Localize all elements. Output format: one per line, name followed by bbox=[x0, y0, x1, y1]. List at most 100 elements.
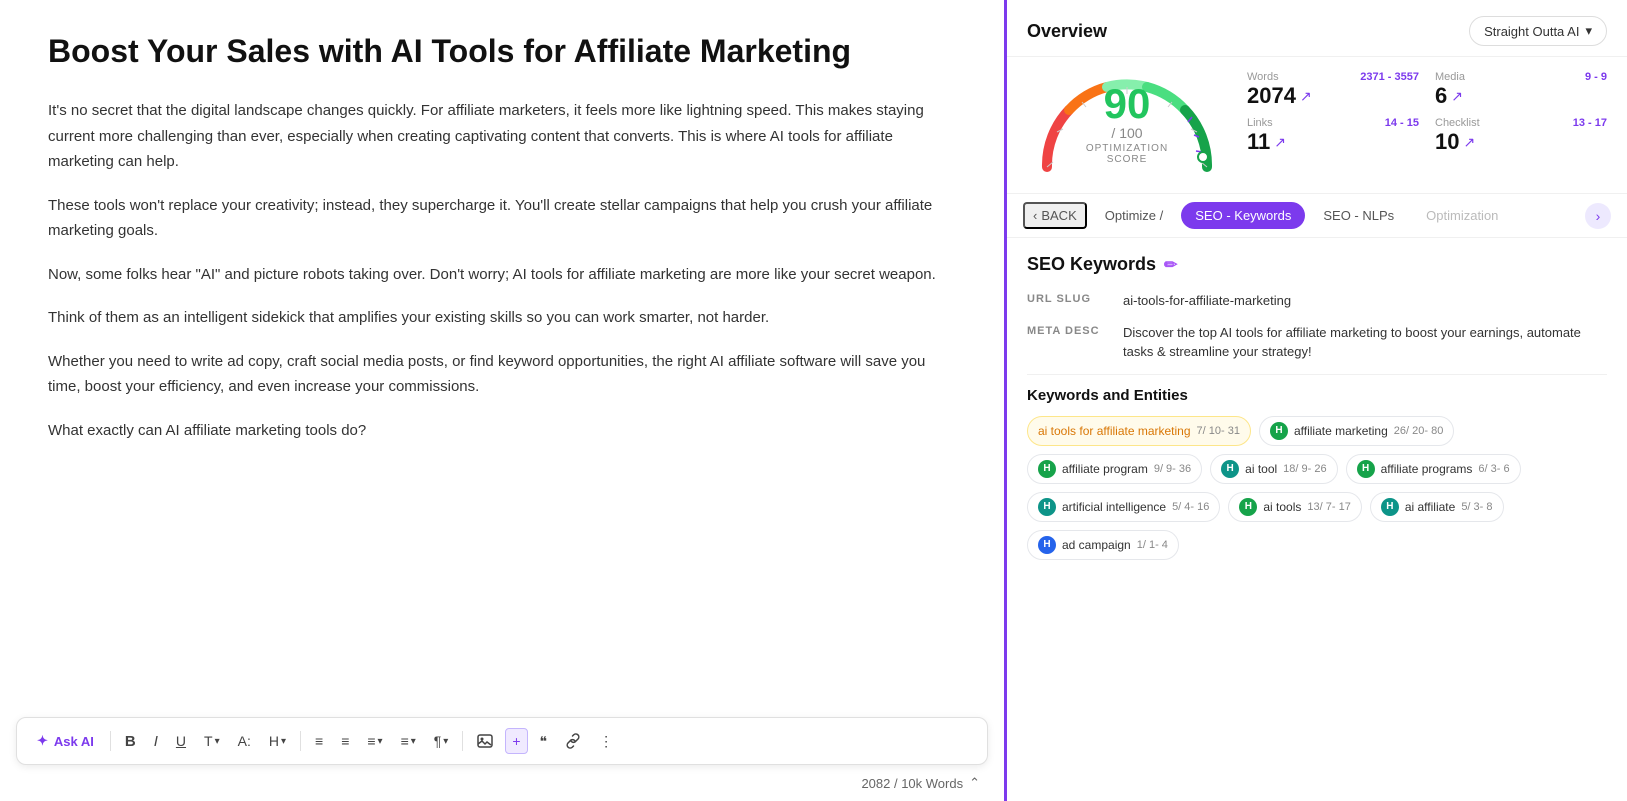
sparkle-icon: ✦ bbox=[37, 733, 48, 749]
stat-links: Links 14 - 15 11 ↗ bbox=[1247, 117, 1419, 155]
url-slug-label: URL SLUG bbox=[1027, 291, 1107, 305]
link-button[interactable] bbox=[559, 729, 587, 753]
kw-primary-text: ai tools for affiliate marketing bbox=[1038, 424, 1191, 438]
back-button[interactable]: ‹ BACK bbox=[1023, 202, 1087, 229]
words-range: 2371 - 3557 bbox=[1360, 71, 1419, 83]
editor-content[interactable]: Boost Your Sales with AI Tools for Affil… bbox=[0, 0, 1004, 801]
ask-ai-button[interactable]: ✦ Ask AI bbox=[29, 729, 102, 753]
quote-button[interactable]: ❝ bbox=[534, 729, 554, 754]
kw-stats: 5/ 4- 16 bbox=[1172, 501, 1209, 513]
kw-text: ai affiliate bbox=[1405, 500, 1455, 514]
bold-button[interactable]: B bbox=[119, 729, 142, 754]
checklist-arrow: ↗ bbox=[1463, 134, 1475, 151]
unordered-list-button[interactable]: ≡ ▾ bbox=[395, 729, 422, 753]
gauge-container: 90 / 100 OPTIMIZATION SCORE bbox=[1027, 67, 1227, 187]
overview-title: Overview bbox=[1027, 21, 1107, 42]
url-slug-row: URL SLUG ai-tools-for-affiliate-marketin… bbox=[1027, 291, 1607, 311]
heading-button[interactable]: H ▾ bbox=[263, 729, 292, 753]
kw-ad-campaign: H ad campaign 1/ 1- 4 bbox=[1027, 530, 1179, 560]
kw-primary-stats: 7/ 10- 31 bbox=[1197, 425, 1240, 437]
h-badge: H bbox=[1038, 498, 1056, 516]
ask-ai-label: Ask AI bbox=[54, 734, 94, 749]
align-center-button[interactable]: ≡ bbox=[335, 729, 355, 753]
section-divider bbox=[1027, 374, 1607, 375]
media-range: 9 - 9 bbox=[1585, 71, 1607, 83]
overview-header: Overview Straight Outta AI ▾ bbox=[1007, 0, 1627, 57]
kw-affiliate-marketing: H affiliate marketing 26/ 20- 80 bbox=[1259, 416, 1454, 446]
font-size-button[interactable]: A: bbox=[232, 729, 257, 753]
seo-keywords-section: SEO Keywords ✏ URL SLUG ai-tools-for-aff… bbox=[1007, 238, 1627, 801]
sidebar-panel: Overview Straight Outta AI ▾ bbox=[1007, 0, 1627, 801]
keywords-grid: ai tools for affiliate marketing 7/ 10- … bbox=[1027, 416, 1607, 560]
divider-1 bbox=[110, 731, 111, 751]
text-format-button[interactable]: T ▾ bbox=[198, 729, 226, 753]
kw-text: affiliate programs bbox=[1381, 462, 1473, 476]
add-button[interactable]: + bbox=[505, 728, 527, 754]
image-button[interactable] bbox=[471, 729, 499, 753]
kw-stats: 9/ 9- 36 bbox=[1154, 463, 1191, 475]
meta-desc-label: META DESC bbox=[1027, 323, 1107, 337]
gauge-score: 90 / 100 OPTIMIZATION SCORE bbox=[1077, 83, 1177, 165]
score-label: OPTIMIZATION SCORE bbox=[1077, 143, 1177, 165]
links-label: Links bbox=[1247, 117, 1273, 129]
divider-2 bbox=[300, 731, 301, 751]
links-arrow: ↗ bbox=[1274, 134, 1286, 151]
words-label: Words bbox=[1247, 71, 1279, 83]
kw-ai-tools: H ai tools 13/ 7- 17 bbox=[1228, 492, 1361, 522]
kw-text: ai tool bbox=[1245, 462, 1277, 476]
para-2: These tools won't replace your creativit… bbox=[48, 193, 956, 244]
kw-stats: 5/ 3- 8 bbox=[1461, 501, 1492, 513]
checklist-range: 13 - 17 bbox=[1573, 117, 1607, 129]
tab-seo-keywords[interactable]: SEO - Keywords bbox=[1181, 202, 1305, 229]
media-value: 6 bbox=[1435, 83, 1447, 109]
meta-desc-row: META DESC Discover the top AI tools for … bbox=[1027, 323, 1607, 362]
words-value: 2074 bbox=[1247, 83, 1296, 109]
word-count-chevron[interactable]: ⌃ bbox=[969, 775, 980, 791]
paragraph-button[interactable]: ¶ ▾ bbox=[428, 729, 455, 753]
h-badge: H bbox=[1270, 422, 1288, 440]
kw-text: ai tools bbox=[1263, 500, 1301, 514]
word-count-label: 2082 / 10k Words bbox=[861, 776, 963, 791]
kw-stats: 18/ 9- 26 bbox=[1283, 463, 1326, 475]
score-number: 90 bbox=[1077, 83, 1177, 125]
kw-stats: 13/ 7- 17 bbox=[1307, 501, 1350, 513]
tabs-row: ‹ BACK Optimize / SEO - Keywords SEO - N… bbox=[1007, 193, 1627, 238]
italic-button[interactable]: I bbox=[148, 729, 164, 754]
kw-text: ad campaign bbox=[1062, 538, 1131, 552]
stat-media: Media 9 - 9 6 ↗ bbox=[1435, 71, 1607, 109]
edit-icon[interactable]: ✏ bbox=[1164, 255, 1177, 275]
para-6: What exactly can AI affiliate marketing … bbox=[48, 418, 956, 444]
kw-stats: 6/ 3- 6 bbox=[1478, 463, 1509, 475]
kw-stats: 1/ 1- 4 bbox=[1137, 539, 1168, 551]
tab-seo-nlps[interactable]: SEO - NLPs bbox=[1309, 202, 1408, 229]
tab-optimization[interactable]: Optimization bbox=[1412, 202, 1512, 229]
para-4: Think of them as an intelligent sidekick… bbox=[48, 305, 956, 331]
h-badge: H bbox=[1038, 536, 1056, 554]
seo-keywords-title: SEO Keywords ✏ bbox=[1027, 254, 1607, 275]
media-label: Media bbox=[1435, 71, 1465, 83]
formatting-toolbar: ✦ Ask AI B I U T ▾ A: H ▾ ≡ ≡ ≡ ▾ ≡ ▾ ¶ … bbox=[16, 717, 988, 765]
stat-checklist: Checklist 13 - 17 10 ↗ bbox=[1435, 117, 1607, 155]
para-3: Now, some folks hear "AI" and picture ro… bbox=[48, 262, 956, 288]
links-range: 14 - 15 bbox=[1385, 117, 1419, 129]
kw-text: affiliate program bbox=[1062, 462, 1148, 476]
stats-grid: Words 2371 - 3557 2074 ↗ Media 9 - 9 6 ↗ bbox=[1247, 67, 1607, 155]
stat-words: Words 2371 - 3557 2074 ↗ bbox=[1247, 71, 1419, 109]
kw-stats: 26/ 20- 80 bbox=[1394, 425, 1444, 437]
keyword-primary: ai tools for affiliate marketing 7/ 10- … bbox=[1027, 416, 1251, 446]
chevron-left-icon: ‹ bbox=[1033, 208, 1037, 223]
tab-next-button[interactable]: › bbox=[1585, 203, 1611, 229]
underline-button[interactable]: U bbox=[170, 729, 192, 753]
kw-affiliate-programs: H affiliate programs 6/ 3- 6 bbox=[1346, 454, 1521, 484]
meta-desc-value: Discover the top AI tools for affiliate … bbox=[1123, 323, 1607, 362]
template-dropdown[interactable]: Straight Outta AI ▾ bbox=[1469, 16, 1607, 46]
para-1: It's no secret that the digital landscap… bbox=[48, 98, 956, 175]
checklist-value: 10 bbox=[1435, 129, 1459, 155]
align-left-button[interactable]: ≡ bbox=[309, 729, 329, 753]
more-button[interactable]: ⋮ bbox=[593, 729, 619, 754]
h-badge: H bbox=[1357, 460, 1375, 478]
word-count-bar: 2082 / 10k Words ⌃ bbox=[861, 775, 980, 791]
ordered-list-button[interactable]: ≡ ▾ bbox=[361, 729, 388, 753]
tab-optimize[interactable]: Optimize / bbox=[1091, 202, 1178, 229]
score-max: / 100 bbox=[1077, 125, 1177, 141]
